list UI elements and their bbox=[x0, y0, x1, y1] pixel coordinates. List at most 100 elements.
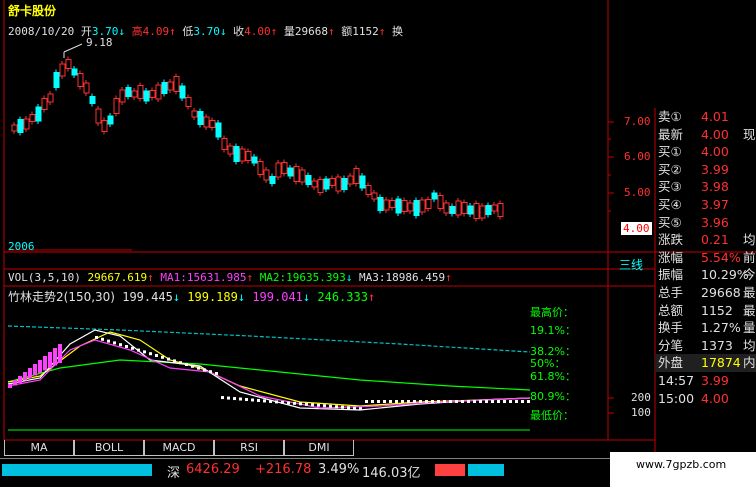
candle-body bbox=[269, 176, 276, 184]
indicator-dot bbox=[197, 366, 200, 370]
fib-618-label: 61.8%： bbox=[530, 370, 576, 383]
candle-body bbox=[341, 178, 348, 190]
quote-row: 14:57 3.99 bbox=[655, 372, 756, 390]
indicator-dot bbox=[347, 406, 350, 410]
candle-body bbox=[431, 192, 438, 200]
indicator-line bbox=[7, 325, 531, 353]
candle-body bbox=[335, 176, 342, 192]
candle-body bbox=[383, 199, 390, 211]
close-label: 收 bbox=[233, 25, 245, 38]
three-line-button[interactable]: 三线 bbox=[619, 256, 643, 273]
indicator-dot bbox=[95, 336, 98, 339]
candle-body bbox=[95, 108, 102, 124]
candle-body bbox=[365, 185, 372, 195]
low-value: 3.70 bbox=[193, 25, 220, 38]
date-value: 2008/10/20 bbox=[8, 25, 75, 38]
tab-rsi[interactable]: RSI bbox=[214, 440, 284, 456]
indicator-dot bbox=[287, 401, 290, 405]
candle-body bbox=[161, 82, 168, 94]
indicator-dot bbox=[365, 400, 368, 403]
indicator-dot bbox=[515, 400, 518, 403]
candle-body bbox=[11, 124, 18, 132]
quote-label: 买⑤ bbox=[658, 214, 682, 230]
candle-body bbox=[143, 90, 150, 102]
candle-body bbox=[101, 120, 108, 132]
quote-value: 4.00 bbox=[701, 144, 729, 160]
ind-axis-100: 100 bbox=[631, 406, 651, 419]
candle-body bbox=[299, 169, 306, 183]
candle-body bbox=[251, 156, 258, 164]
candle-body bbox=[485, 205, 492, 215]
candle-body bbox=[77, 73, 84, 87]
candle-body bbox=[89, 96, 96, 104]
indicator-dot bbox=[509, 400, 512, 403]
indicator-dot bbox=[137, 348, 140, 352]
indicator-bar bbox=[58, 344, 62, 363]
ma1-value: MA1:15631.985 bbox=[160, 271, 247, 284]
volume-indicator-bar: VOL(3,5,10) 29667.619↑ MA1:15631.985↑ MA… bbox=[8, 271, 452, 284]
candle-body bbox=[191, 110, 198, 118]
stock-name: 舒卡股份 bbox=[8, 4, 57, 18]
tab-ma[interactable]: MA bbox=[4, 440, 74, 456]
indicator-dot bbox=[143, 350, 146, 354]
up-arrow-icon: ↑ bbox=[147, 271, 154, 284]
indicator-dot bbox=[269, 399, 272, 403]
candle-body bbox=[215, 122, 222, 138]
indicator-dot bbox=[407, 400, 410, 403]
candle-body bbox=[413, 200, 420, 216]
ma2-value: MA2:19635.393 bbox=[259, 271, 346, 284]
quote-row: 分笔 1373 均 bbox=[655, 337, 756, 355]
quote-extra: 均 bbox=[743, 337, 756, 353]
quote-row: 卖① 4.01 bbox=[655, 108, 756, 126]
indicator-dot bbox=[419, 400, 422, 403]
year-label: 2006 bbox=[8, 240, 35, 253]
indicator-dot bbox=[155, 354, 158, 357]
quote-value: 1152 bbox=[701, 302, 733, 318]
candle-body bbox=[155, 84, 162, 100]
down-arrow-icon: ↓ bbox=[118, 25, 125, 38]
indicator-dot bbox=[251, 398, 254, 402]
indicator-dot bbox=[149, 352, 152, 356]
quote-label: 买② bbox=[658, 161, 682, 177]
quote-row: 振幅 10.29% 今 bbox=[655, 266, 756, 284]
candle-body bbox=[209, 120, 216, 128]
indicator-line bbox=[7, 339, 531, 409]
volume-value: 29668 bbox=[294, 25, 328, 38]
indicator-dot bbox=[443, 400, 446, 403]
quote-value: 3.97 bbox=[701, 196, 729, 212]
indicator-dot bbox=[101, 337, 104, 341]
candle-body bbox=[179, 85, 186, 99]
high-value: 4.09 bbox=[142, 25, 170, 38]
indicator-dot bbox=[215, 372, 218, 375]
indicator-dot bbox=[341, 405, 344, 409]
candle-body bbox=[275, 162, 282, 178]
tab-dmi[interactable]: DMI bbox=[284, 440, 354, 456]
candle-body bbox=[221, 138, 228, 150]
quote-label: 最新 bbox=[658, 126, 684, 142]
quote-label: 买① bbox=[658, 144, 682, 160]
down-arrow-icon: ↓ bbox=[302, 290, 311, 304]
indicator-dot bbox=[263, 399, 266, 403]
indicator-dot bbox=[275, 400, 278, 404]
indicator-dot bbox=[131, 346, 134, 350]
indicator-dot bbox=[203, 368, 206, 372]
candle-body bbox=[449, 206, 456, 214]
candle-body bbox=[113, 98, 120, 114]
quote-value: 4.00 bbox=[701, 126, 729, 142]
vol-value: 29667.619 bbox=[87, 271, 148, 284]
candle-body bbox=[377, 197, 384, 211]
candle-body bbox=[17, 119, 24, 133]
candle-body bbox=[479, 205, 486, 219]
tab-macd[interactable]: MACD bbox=[144, 440, 214, 456]
candle-body bbox=[29, 114, 36, 122]
ind-axis-200: 200 bbox=[631, 391, 651, 404]
up-arrow-icon: ↑ bbox=[378, 25, 386, 38]
quote-row: 总手 29668 最 bbox=[655, 284, 756, 302]
tab-boll[interactable]: BOLL bbox=[74, 440, 144, 456]
indicator-dot bbox=[257, 398, 260, 402]
indicator-dot bbox=[293, 401, 296, 405]
indicator-dot bbox=[233, 397, 236, 401]
candle-body bbox=[293, 166, 300, 182]
quote-row: 涨幅 5.54% 前 bbox=[655, 249, 756, 267]
index-value: 6426.29 bbox=[186, 462, 240, 477]
